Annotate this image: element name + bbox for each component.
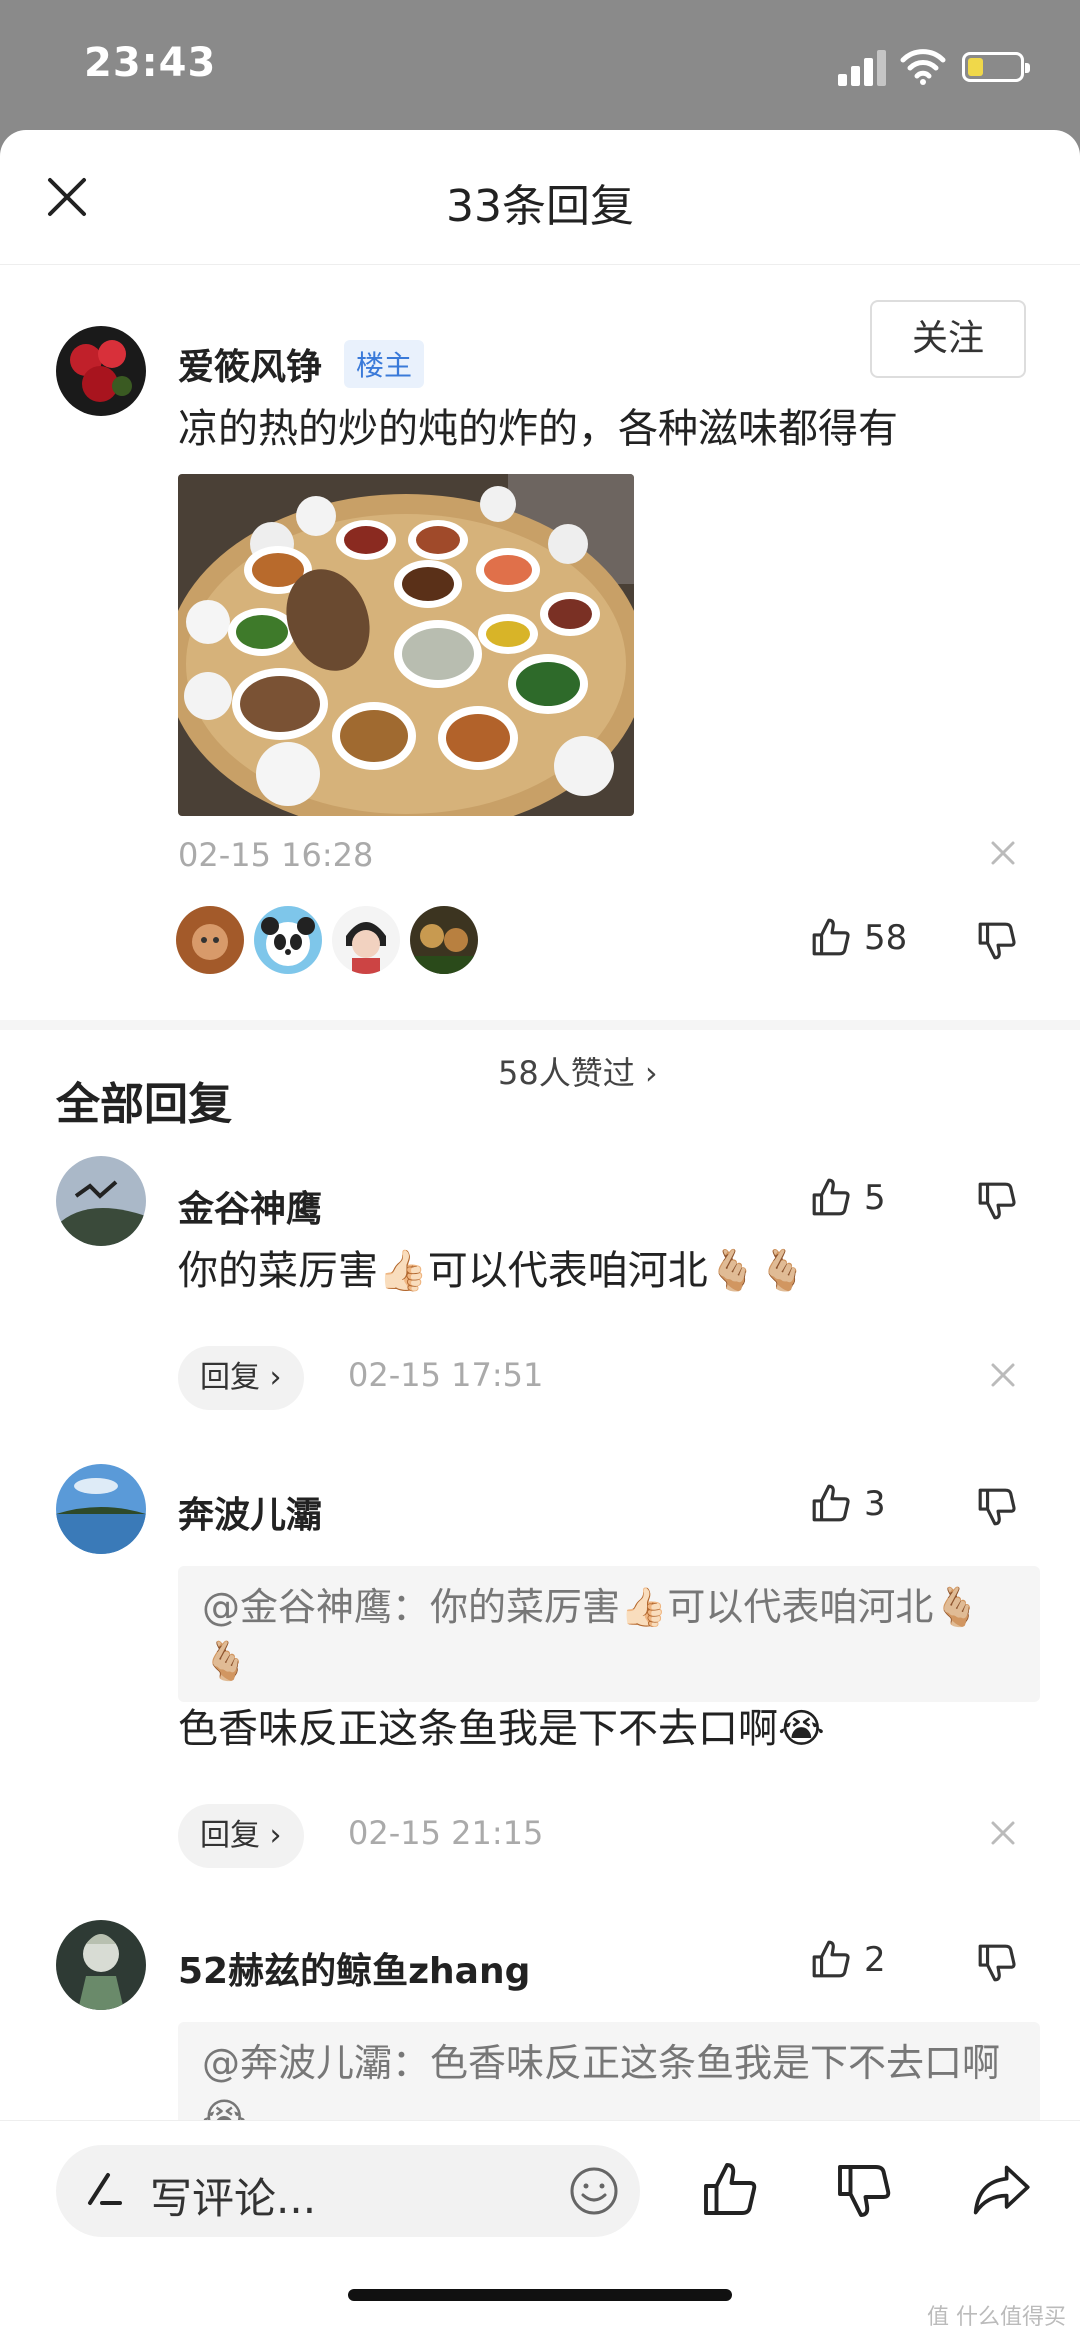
post-author-avatar[interactable] [56,326,146,416]
reply-like-count: 5 [864,1178,886,1218]
reply-author-name[interactable]: 52赫兹的鲸鱼zhang [178,1942,530,1994]
replies-sheet: 33条回复 爱筱风铮 楼主 关注 凉的热的炒的炖的炸的，各种滋味都得有 02-1… [0,130,1080,2338]
thumbs-up-icon[interactable] [810,916,852,958]
post-text: 凉的热的炒的炖的炸的，各种滋味都得有 [178,406,898,452]
battery-icon [962,52,1030,82]
thumbs-down-icon[interactable] [976,1180,1018,1222]
thumbs-down-icon[interactable] [834,2161,894,2221]
post-photo[interactable] [178,474,634,816]
quoted-reply: @金谷神鹰：你的菜厉害👍🏻可以代表咱河北🫰🏼🫰🏼 [178,1566,1040,1702]
thumbs-down-icon[interactable] [976,1486,1018,1528]
reply-author-name[interactable]: 金谷神鹰 [178,1180,322,1232]
reply-button[interactable]: 回复 › [178,1346,304,1410]
sheet-title: 33条回复 [446,181,634,232]
op-badge: 楼主 [344,340,425,388]
liker-avatar[interactable] [254,906,322,974]
dismiss-icon[interactable] [990,840,1016,866]
dismiss-icon[interactable] [990,1362,1016,1388]
section-title: 全部回复 [56,1079,232,1130]
bottom-bar: 写评论... 值 什么值得买 [0,2120,1080,2338]
reply-avatar[interactable] [56,1920,146,2010]
section-divider [0,1020,1080,1030]
reply-text: 你的菜厉害👍🏻可以代表咱河北🫰🏼🫰🏼 [178,1248,808,1294]
pen-icon [88,2173,122,2205]
reply-time: 02-15 17:51 [348,1356,544,1394]
sheet-header: 33条回复 [0,130,1080,265]
comment-placeholder: 写评论... [150,2174,317,2223]
dismiss-icon[interactable] [990,1820,1016,1846]
thumbs-up-icon[interactable] [810,1482,852,1524]
emoji-icon[interactable] [568,2165,620,2217]
follow-button[interactable]: 关注 [870,300,1026,378]
thumbs-down-icon[interactable] [976,920,1018,962]
reply-like-count: 2 [864,1940,886,1980]
share-icon[interactable] [970,2161,1032,2219]
reply-avatar[interactable] [56,1464,146,1554]
watermark: 值 什么值得买 [927,2305,1066,2330]
wifi-icon [900,49,946,85]
thumbs-up-icon[interactable] [700,2159,760,2219]
reply-time: 02-15 21:15 [348,1814,544,1852]
liker-avatar[interactable] [176,906,244,974]
likers-count-link[interactable]: 58人赞过 › [498,1048,658,1094]
reply-like-count: 3 [864,1484,886,1524]
thumbs-up-icon[interactable] [810,1938,852,1980]
thumbs-down-icon[interactable] [976,1942,1018,1984]
reply-button[interactable]: 回复 › [178,1804,304,1868]
comment-input[interactable]: 写评论... [56,2145,640,2237]
signal-icon [838,50,886,86]
thumbs-up-icon[interactable] [810,1176,852,1218]
home-indicator [348,2289,732,2301]
reply-author-name[interactable]: 奔波儿灞 [178,1486,322,1538]
post-like-count: 58 [864,918,908,958]
reply-avatar[interactable] [56,1156,146,1246]
liker-avatar[interactable] [410,906,478,974]
reply-text: 色香味反正这条鱼我是下不去口啊😭 [178,1706,825,1752]
status-time: 23:43 [84,40,217,86]
post-time: 02-15 16:28 [178,836,374,874]
status-bar: 23:43 [0,0,1080,130]
liker-avatar[interactable] [332,906,400,974]
post-author-name[interactable]: 爱筱风铮 [178,338,322,390]
